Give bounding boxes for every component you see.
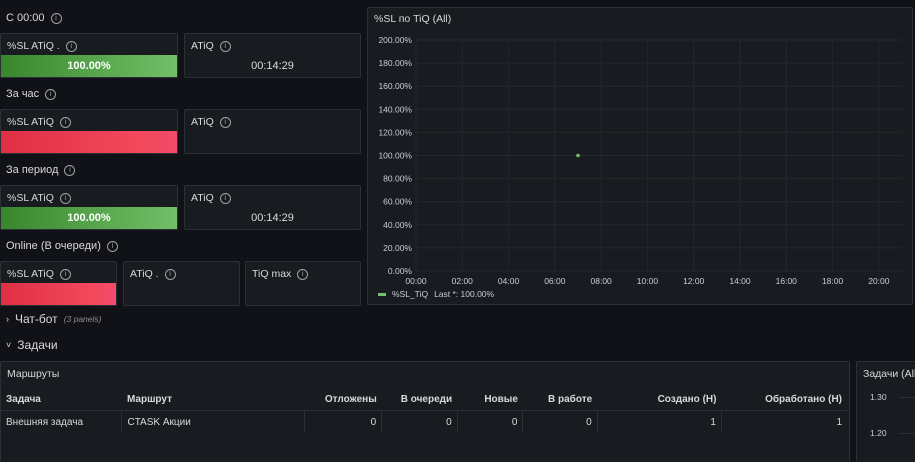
x-tick-label: 08:00 bbox=[591, 276, 613, 286]
column-header[interactable]: Задача bbox=[1, 388, 122, 411]
info-icon[interactable]: i bbox=[45, 88, 57, 100]
panel-sl-atiq-2[interactable]: %SL ATiQ i bbox=[0, 109, 178, 154]
column-header[interactable]: Маршрут bbox=[122, 388, 305, 411]
routes-table: Задача Маршрут Отложены В очереди Новые В раб… bbox=[1, 388, 847, 433]
chevron-down-icon: ˅ bbox=[6, 340, 12, 350]
chevron-right-icon: › bbox=[6, 314, 9, 324]
info-icon[interactable]: i bbox=[297, 268, 309, 280]
chart-panel-sl-tiq[interactable]: %SL по TiQ (All) 0.00% 20.00% 40.00% 60.00%… bbox=[367, 7, 913, 305]
stat-bar-sl-2 bbox=[1, 131, 177, 153]
x-tick-label: 16:00 bbox=[776, 276, 798, 286]
info-icon[interactable]: i bbox=[106, 240, 118, 252]
y-tick-label: 80.00% bbox=[383, 174, 412, 184]
column-header[interactable]: В очереди bbox=[382, 388, 457, 411]
chart-legend[interactable]: %SL_TiQ Last *: 100.00% bbox=[378, 289, 494, 299]
column-header[interactable]: Создано (Н) bbox=[597, 388, 721, 411]
table-cell: 1 bbox=[721, 410, 847, 433]
panel-tasks-all[interactable]: Задачи (All 1.30 1.20 bbox=[856, 361, 915, 462]
table-header-row: Задача Маршрут Отложены В очереди Новые В раб… bbox=[1, 388, 847, 411]
info-icon[interactable]: i bbox=[219, 116, 231, 128]
stat-bar-sl-4 bbox=[1, 283, 116, 305]
stat-value-atiq-3: 00:14:29 bbox=[251, 212, 294, 224]
info-icon[interactable]: i bbox=[64, 164, 76, 176]
data-point[interactable] bbox=[576, 153, 580, 158]
y-tick-label: 140.00% bbox=[378, 104, 412, 114]
y-tick-label: 180.00% bbox=[378, 58, 412, 68]
chart-svg: 0.00% 20.00% 40.00% 60.00% 80.00% 100.00% 120.… bbox=[378, 35, 902, 286]
info-icon[interactable]: i bbox=[50, 12, 62, 24]
y-tick-label: 40.00% bbox=[383, 220, 412, 230]
x-tick-label: 14:00 bbox=[729, 276, 751, 286]
routes-title: Маршруты bbox=[7, 368, 60, 380]
table-cell: 0 bbox=[381, 410, 458, 433]
x-tick-label: 20:00 bbox=[868, 276, 890, 286]
panel-atiq-1[interactable]: ATiQ i 00:14:29 bbox=[184, 33, 361, 78]
column-header[interactable]: В работе bbox=[523, 388, 597, 411]
y-tick-label: 100.00% bbox=[378, 151, 412, 161]
table-row[interactable]: Внешняя задача CTASK Акции 0 0 0 0 1 1 bbox=[1, 410, 847, 433]
row-collapse-chatbot[interactable]: › Чат-бот (3 panels) bbox=[6, 312, 102, 326]
x-tick-label: 12:00 bbox=[683, 276, 705, 286]
column-header[interactable]: Новые bbox=[457, 388, 523, 411]
legend-series-name: %SL_TiQ bbox=[392, 289, 429, 299]
y-tick-label: 20.00% bbox=[383, 243, 412, 253]
row-title-since-midnight[interactable]: С 00:00 i bbox=[6, 12, 62, 24]
table-cell: 1 bbox=[597, 410, 722, 433]
panel-atiq-2[interactable]: ATiQ i bbox=[184, 109, 361, 154]
tasks-panel-title: Задачи (All bbox=[863, 368, 915, 380]
row-title-online-queue[interactable]: Online (В очереди) i bbox=[6, 240, 118, 252]
x-tick-label: 00:00 bbox=[405, 276, 427, 286]
panel-routes[interactable]: Маршруты Задача Маршрут Отложены В очереди Н… bbox=[0, 361, 850, 462]
grid-line bbox=[899, 433, 915, 434]
y-tick-label: 120.00% bbox=[378, 127, 412, 137]
info-icon[interactable]: i bbox=[59, 268, 71, 280]
y-tick-label: 200.00% bbox=[378, 35, 412, 45]
stat-value-sl-3: 100.00% bbox=[1, 207, 177, 229]
info-icon[interactable]: i bbox=[59, 116, 71, 128]
row-title-period[interactable]: За период i bbox=[6, 164, 76, 176]
y-tick-label: 160.00% bbox=[378, 81, 412, 91]
x-tick-label: 10:00 bbox=[637, 276, 659, 286]
legend-last-value: Last *: 100.00% bbox=[434, 289, 495, 299]
x-tick-label: 18:00 bbox=[822, 276, 844, 286]
info-icon[interactable]: i bbox=[219, 192, 231, 204]
panel-sl-atiq-3[interactable]: %SL ATiQ i 100.00% bbox=[0, 185, 178, 230]
table-cell: CTASK Акции bbox=[121, 410, 306, 433]
table-cell: 0 bbox=[304, 410, 383, 433]
table-cell: 0 bbox=[457, 410, 524, 433]
panel-tiq-max[interactable]: TiQ max i bbox=[245, 261, 361, 306]
x-tick-label: 04:00 bbox=[498, 276, 520, 286]
y-tick-label: 0.00% bbox=[388, 266, 413, 276]
table-cell: Внешняя задача bbox=[1, 410, 123, 433]
info-icon[interactable]: i bbox=[65, 40, 77, 52]
x-tick-label: 06:00 bbox=[544, 276, 566, 286]
table-cell: 0 bbox=[522, 410, 598, 433]
y-tick-label: 60.00% bbox=[383, 197, 412, 207]
tasks-y-tick: 1.30 bbox=[870, 392, 887, 402]
x-tick-label: 02:00 bbox=[452, 276, 474, 286]
info-icon[interactable]: i bbox=[164, 268, 176, 280]
tasks-y-tick: 1.20 bbox=[870, 428, 887, 438]
panel-atiq-3[interactable]: ATiQ i 00:14:29 bbox=[184, 185, 361, 230]
info-icon[interactable]: i bbox=[219, 40, 231, 52]
stat-value-sl-1: 100.00% bbox=[1, 55, 177, 77]
panel-sl-atiq-4[interactable]: %SL ATiQ i bbox=[0, 261, 117, 306]
legend-swatch bbox=[378, 292, 386, 296]
panel-sl-atiq-1[interactable]: %SL ATiQ .i 100.00% bbox=[0, 33, 178, 78]
grid-line bbox=[899, 397, 915, 398]
panel-atiq-4[interactable]: ATiQ .i bbox=[123, 261, 240, 306]
stat-value-atiq-1: 00:14:29 bbox=[251, 60, 294, 72]
info-icon[interactable]: i bbox=[59, 192, 71, 204]
column-header[interactable]: Отложены bbox=[305, 388, 382, 411]
row-title-per-hour[interactable]: За час i bbox=[6, 88, 57, 100]
row-collapse-tasks[interactable]: ˅ Задачи bbox=[6, 338, 58, 352]
column-header[interactable]: Обработано (Н) bbox=[721, 388, 847, 411]
